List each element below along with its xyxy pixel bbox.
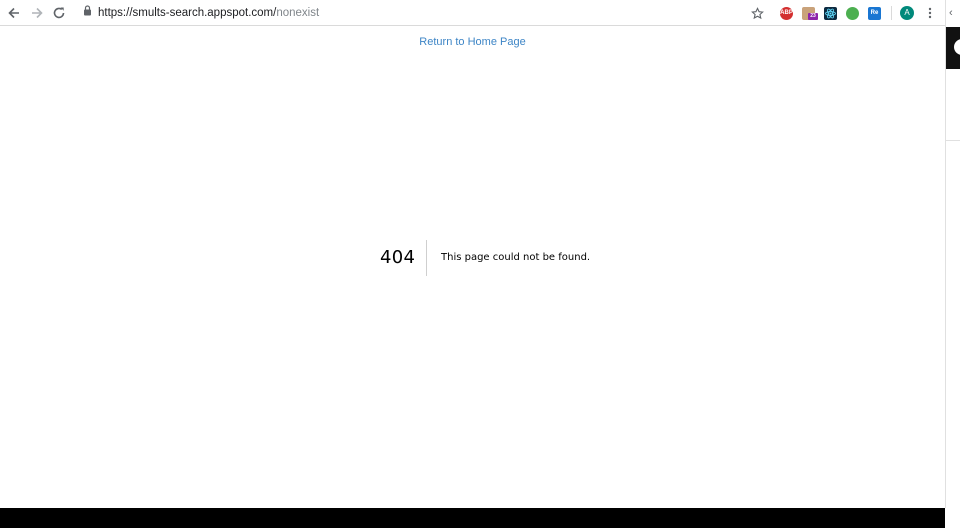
toolbar-divider xyxy=(891,6,892,20)
adblock-label: ABP xyxy=(780,10,793,16)
profile-avatar[interactable]: A xyxy=(900,6,914,20)
url-path: nonexist xyxy=(276,7,320,20)
lock-icon xyxy=(83,0,95,26)
kebab-menu-icon xyxy=(928,7,932,19)
bookmark-star-button[interactable] xyxy=(749,5,765,21)
error-message: This page could not be found. xyxy=(441,252,591,263)
side-window-edge xyxy=(945,0,960,528)
error-code: 404 xyxy=(380,247,416,268)
address-bar[interactable]: https://smults-search.appspot.com/nonexi… xyxy=(83,0,319,26)
error-separator xyxy=(426,240,427,276)
url-host: https://smults-search.appspot.com/ xyxy=(98,7,277,20)
bottom-black-bar xyxy=(0,508,945,528)
side-window-control-icon: ‹ xyxy=(949,7,953,19)
star-icon xyxy=(750,6,764,19)
back-arrow-icon xyxy=(8,7,19,19)
reload-button[interactable] xyxy=(51,5,67,21)
extension-badge-count: 23 xyxy=(808,13,818,20)
back-button[interactable] xyxy=(6,5,22,21)
bottom-right-corner xyxy=(945,508,960,528)
return-home-link[interactable]: Return to Home Page xyxy=(0,36,945,48)
avatar-letter: A xyxy=(904,8,910,17)
side-window-circle-icon xyxy=(954,39,960,55)
browser-menu-button[interactable] xyxy=(922,5,938,21)
green-extension-icon[interactable] xyxy=(846,7,859,20)
forward-arrow-icon xyxy=(32,7,43,19)
re-extension-icon[interactable]: Re xyxy=(868,7,881,20)
extension-badge-icon[interactable]: 23 xyxy=(802,7,818,20)
browser-toolbar: https://smults-search.appspot.com/nonexi… xyxy=(0,0,945,26)
side-window-dark-panel xyxy=(946,27,960,69)
reload-icon xyxy=(53,7,65,19)
adblock-extension-icon[interactable]: ABP xyxy=(780,7,793,20)
react-devtools-icon[interactable] xyxy=(824,7,837,20)
re-extension-label: Re xyxy=(870,10,879,16)
side-window-divider xyxy=(946,140,960,141)
forward-button[interactable] xyxy=(29,5,45,21)
